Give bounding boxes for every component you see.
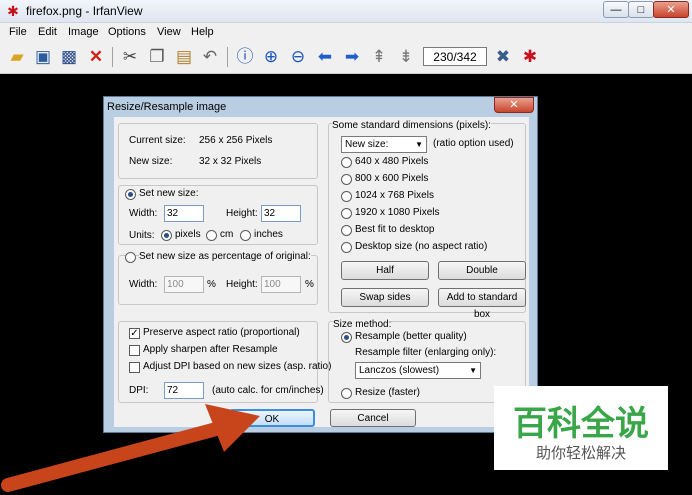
- watermark-title: 百科全说: [513, 404, 649, 444]
- watermark: 百科全说 助你轻松解决: [494, 386, 668, 470]
- arrow-icon: [1, 404, 260, 492]
- watermark-subtitle: 助你轻松解决: [535, 444, 626, 462]
